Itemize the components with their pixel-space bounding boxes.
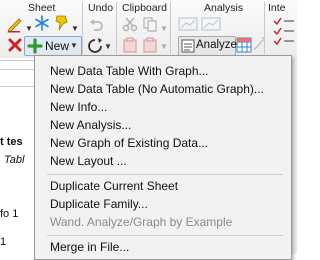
chevron-down-icon[interactable]: ▼ [25, 24, 33, 33]
group-separator [116, 2, 117, 54]
analyze-button[interactable]: Analyze [178, 36, 237, 56]
wand-icon[interactable] [252, 36, 266, 57]
menu-separator [47, 235, 283, 236]
snowflake-icon[interactable] [33, 14, 51, 37]
menu-item-new-data-table-no-graph[interactable]: New Data Table (No Automatic Graph)... [50, 81, 264, 97]
checklist-icon[interactable] [272, 15, 294, 56]
menu-separator [47, 174, 283, 175]
group-label-analysis: Analysis [204, 2, 244, 14]
menu-item-wand-analyze-graph: Wand. Analyze/Graph by Example [50, 215, 233, 229]
new-button[interactable]: New ▼ [24, 36, 82, 56]
menu-item-merge-in-file[interactable]: Merge in File... [50, 239, 129, 255]
delete-x-icon[interactable] [7, 37, 23, 58]
menu-item-new-layout[interactable]: New Layout ... [50, 153, 127, 169]
menu-item-new-info[interactable]: New Info... [50, 99, 107, 115]
chevron-down-icon[interactable]: ▼ [71, 24, 79, 33]
menu-item-duplicate-current-sheet[interactable]: Duplicate Current Sheet [50, 178, 178, 194]
chevron-down-icon[interactable]: ▼ [104, 42, 112, 51]
chevron-down-icon: ▼ [70, 41, 78, 50]
document-heading: t tes [0, 136, 23, 148]
group-label-sheet: Sheet [28, 2, 56, 14]
cut-icon[interactable] [122, 16, 138, 37]
document-text: 1 [0, 236, 7, 248]
undo-icon[interactable] [88, 16, 104, 37]
document-text: fo 1 [0, 208, 19, 220]
group-label-undo: Undo [88, 2, 114, 14]
pin-icon[interactable] [53, 14, 71, 37]
group-separator [170, 2, 171, 54]
analyze-button-label: Analyze [196, 39, 237, 51]
chevron-down-icon[interactable]: ▼ [160, 24, 168, 33]
ribbon-toolbar: Sheet Undo Clipboard Analysis Inte ▼ ▼ N… [0, 0, 297, 59]
new-button-label: New [45, 39, 70, 53]
copy-icon[interactable] [142, 16, 158, 37]
menu-item-duplicate-family[interactable]: Duplicate Family... [50, 196, 148, 212]
group-separator [82, 2, 83, 54]
menu-item-new-graph-existing-data[interactable]: New Graph of Existing Data... [50, 135, 208, 151]
new-dropdown-menu: New Data Table With Graph... New Data Ta… [34, 55, 292, 260]
menu-item-new-analysis[interactable]: New Analysis... [50, 117, 131, 133]
document-subtitle: Tabl [4, 154, 25, 166]
group-label-inte: Inte [268, 2, 286, 14]
group-label-clipboard: Clipboard [122, 2, 167, 14]
menu-item-new-data-table-with-graph[interactable]: New Data Table With Graph... [50, 63, 209, 79]
graph-icon[interactable] [178, 16, 222, 37]
chevron-down-icon[interactable]: ▼ [160, 42, 168, 51]
pencil-icon[interactable] [6, 15, 24, 38]
